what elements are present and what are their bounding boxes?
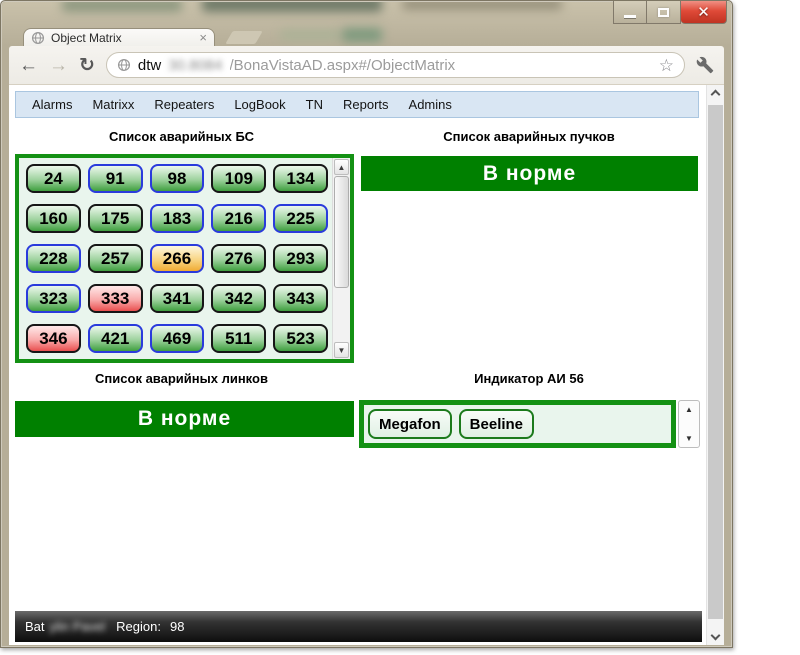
bs-cell-266[interactable]: 266 bbox=[149, 244, 205, 273]
scroll-up-icon[interactable]: ▲ bbox=[334, 159, 349, 175]
desktop-blur-blob bbox=[402, 2, 562, 10]
browser-toolbar: ← → ↻ dtw 30.8084 /BonaVistaAD.aspx#/Obj… bbox=[9, 46, 724, 85]
bs-cell-98[interactable]: 98 bbox=[149, 164, 205, 193]
browser-tab[interactable]: Object Matrix × bbox=[23, 28, 215, 46]
scroll-down-icon[interactable]: ▼ bbox=[679, 434, 699, 443]
region-value: 98 bbox=[169, 619, 185, 634]
minimize-button[interactable] bbox=[613, 1, 647, 24]
section-title-bs: Список аварийных БС bbox=[108, 129, 255, 144]
user-name-redacted: ylin Pavel bbox=[49, 619, 106, 634]
bs-cell-341[interactable]: 341 bbox=[149, 284, 205, 313]
scroll-down-icon[interactable]: ▼ bbox=[334, 342, 349, 358]
scrollbar-thumb[interactable] bbox=[334, 176, 349, 288]
menu-item-reports[interactable]: Reports bbox=[333, 97, 399, 112]
bs-cell-346[interactable]: 346 bbox=[26, 324, 81, 353]
bs-cell-183[interactable]: 183 bbox=[149, 204, 205, 233]
url-path: /BonaVistaAD.aspx#/ObjectMatrix bbox=[229, 56, 456, 74]
section-title-beams: Список аварийных пучков bbox=[443, 129, 615, 144]
page-content: Alarms Matrixx Repeaters LogBook TN Reports Ad… bbox=[9, 85, 706, 645]
minimize-icon bbox=[624, 14, 636, 18]
menu-item-matrixx[interactable]: Matrixx bbox=[82, 97, 144, 112]
bs-cell-175[interactable]: 175 bbox=[87, 204, 143, 233]
browser-scrollbar[interactable] bbox=[706, 85, 724, 645]
reload-icon[interactable]: ↻ bbox=[79, 56, 95, 75]
menu-item-tn[interactable]: TN bbox=[296, 97, 333, 112]
scroll-up-icon[interactable] bbox=[710, 89, 721, 100]
indicator-panel: Megafon Beeline bbox=[359, 400, 676, 448]
favicon-globe-icon bbox=[31, 31, 45, 44]
back-icon[interactable]: ← bbox=[19, 56, 38, 75]
menu-item-admins[interactable]: Admins bbox=[399, 97, 462, 112]
maximize-button[interactable] bbox=[647, 1, 681, 24]
bs-cell-24[interactable]: 24 bbox=[26, 164, 81, 193]
bs-alarm-panel: 24 91 98 109 134 160 175 183 216 225 228 257 266 276 2… bbox=[15, 154, 354, 363]
forward-icon[interactable]: → bbox=[49, 56, 68, 75]
indicator-scrollbar[interactable]: ▲ ▼ bbox=[678, 400, 700, 448]
tab-title: Object Matrix bbox=[51, 30, 122, 45]
menu-item-repeaters[interactable]: Repeaters bbox=[144, 97, 224, 112]
bs-cell-216[interactable]: 216 bbox=[211, 204, 267, 233]
desktop-blur-blob bbox=[280, 30, 340, 40]
indicator-button-beeline[interactable]: Beeline bbox=[458, 409, 535, 439]
url-host: dtw bbox=[137, 56, 162, 74]
bs-cell-109[interactable]: 109 bbox=[211, 164, 267, 193]
scroll-down-icon[interactable] bbox=[710, 630, 721, 641]
bs-cell-343[interactable]: 343 bbox=[273, 284, 328, 313]
desktop-blur-blob bbox=[342, 28, 382, 42]
browser-window: ✕ Object Matrix × ← → ↻ dtw 30.8084 /Bon… bbox=[0, 0, 733, 648]
tab-close-icon[interactable]: × bbox=[199, 31, 207, 44]
bs-cell-342[interactable]: 342 bbox=[211, 284, 267, 313]
close-button[interactable]: ✕ bbox=[681, 1, 727, 24]
menu-item-alarms[interactable]: Alarms bbox=[22, 97, 82, 112]
scrollbar-thumb[interactable] bbox=[708, 105, 723, 619]
desktop-blur-blob bbox=[202, 2, 382, 12]
bs-cell-160[interactable]: 160 bbox=[26, 204, 81, 233]
region-label: Region: bbox=[116, 619, 161, 634]
bs-cell-225[interactable]: 225 bbox=[273, 204, 328, 233]
screenshot-root: ✕ Object Matrix × ← → ↻ dtw 30.8084 /Bon… bbox=[0, 0, 800, 655]
maximize-icon bbox=[658, 7, 669, 17]
bs-cell-228[interactable]: 228 bbox=[26, 244, 81, 273]
section-title-indicator: Индикатор АИ 56 bbox=[474, 371, 584, 386]
user-name-prefix: Bat bbox=[25, 619, 45, 634]
close-icon: ✕ bbox=[697, 4, 710, 21]
bs-cell-469[interactable]: 469 bbox=[149, 324, 205, 353]
links-status-bar: В норме bbox=[15, 401, 354, 437]
bs-cell-333[interactable]: 333 bbox=[87, 284, 143, 313]
menu-item-logbook[interactable]: LogBook bbox=[224, 97, 295, 112]
bs-panel-scrollbar[interactable]: ▲ ▼ bbox=[332, 158, 350, 359]
desktop-blur-blob bbox=[62, 2, 182, 12]
wrench-icon[interactable] bbox=[696, 56, 714, 74]
bs-cell-grid: 24 91 98 109 134 160 175 183 216 225 228 257 266 276 2… bbox=[19, 158, 332, 359]
bs-cell-421[interactable]: 421 bbox=[87, 324, 143, 353]
bookmark-star-icon[interactable]: ☆ bbox=[659, 57, 674, 74]
scroll-up-icon[interactable]: ▲ bbox=[679, 405, 699, 414]
bs-cell-91[interactable]: 91 bbox=[87, 164, 143, 193]
bs-cell-257[interactable]: 257 bbox=[87, 244, 143, 273]
section-title-links: Список аварийных линков bbox=[95, 371, 268, 386]
url-globe-icon bbox=[117, 58, 130, 72]
bs-cell-293[interactable]: 293 bbox=[273, 244, 328, 273]
bs-cell-276[interactable]: 276 bbox=[211, 244, 267, 273]
menu-bar: Alarms Matrixx Repeaters LogBook TN Reports Ad… bbox=[15, 91, 699, 118]
status-bar: Bat ylin Pavel Region: 98 bbox=[15, 611, 702, 642]
bs-cell-323[interactable]: 323 bbox=[26, 284, 81, 313]
bs-cell-523[interactable]: 523 bbox=[273, 324, 328, 353]
window-controls: ✕ bbox=[613, 1, 727, 24]
address-bar[interactable]: dtw 30.8084 /BonaVistaAD.aspx#/ObjectMat… bbox=[105, 52, 685, 78]
bs-cell-134[interactable]: 134 bbox=[273, 164, 328, 193]
url-redacted-segment: 30.8084 bbox=[168, 56, 223, 74]
beams-status-bar: В норме bbox=[361, 156, 698, 191]
bs-cell-511[interactable]: 511 bbox=[211, 324, 267, 353]
indicator-button-megafon[interactable]: Megafon bbox=[368, 409, 452, 439]
